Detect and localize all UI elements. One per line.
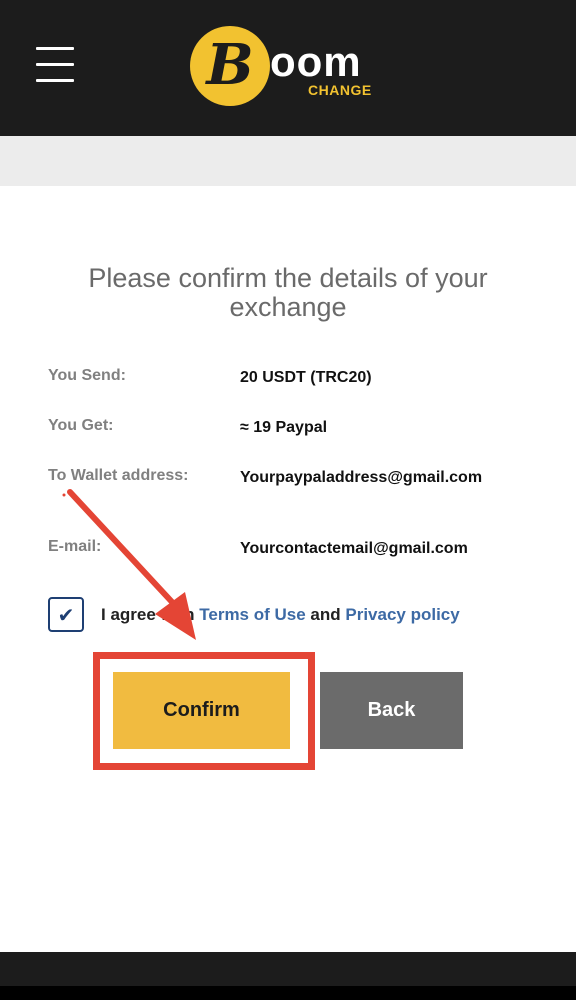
agree-text: I agree with Terms of Use and Privacy po… [101,605,460,624]
terms-of-use-link[interactable]: Terms of Use [199,605,305,624]
footer-bar [0,952,576,986]
confirm-button[interactable]: Confirm [113,672,290,749]
you-send-label: You Send: [48,367,126,384]
hamburger-menu-icon[interactable] [36,47,74,83]
app-header: B oom CHANGE [0,0,576,136]
email-value: Yourcontactemail@gmail.com [240,540,468,557]
wallet-address-label: To Wallet address: [48,467,189,484]
system-nav-bar [0,986,576,1000]
bitcoin-coin-icon: B [190,26,270,106]
you-get-value: ≈ 19 Paypal [240,419,328,436]
checkmark-icon: ✔ [57,603,75,627]
privacy-policy-link[interactable]: Privacy policy [345,605,459,624]
agree-checkbox[interactable]: ✔ [48,597,84,632]
header-shadow-band [0,136,576,186]
page-title: Please confirm the details of your excha… [88,263,488,322]
email-label: E-mail: [48,538,102,555]
you-get-label: You Get: [48,417,114,434]
you-send-value: 20 USDT (TRC20) [240,369,372,386]
boomchange-logo[interactable]: B oom CHANGE [190,26,390,108]
back-button[interactable]: Back [320,672,463,749]
wallet-address-value: Yourpaypaladdress@gmail.com [240,469,483,486]
